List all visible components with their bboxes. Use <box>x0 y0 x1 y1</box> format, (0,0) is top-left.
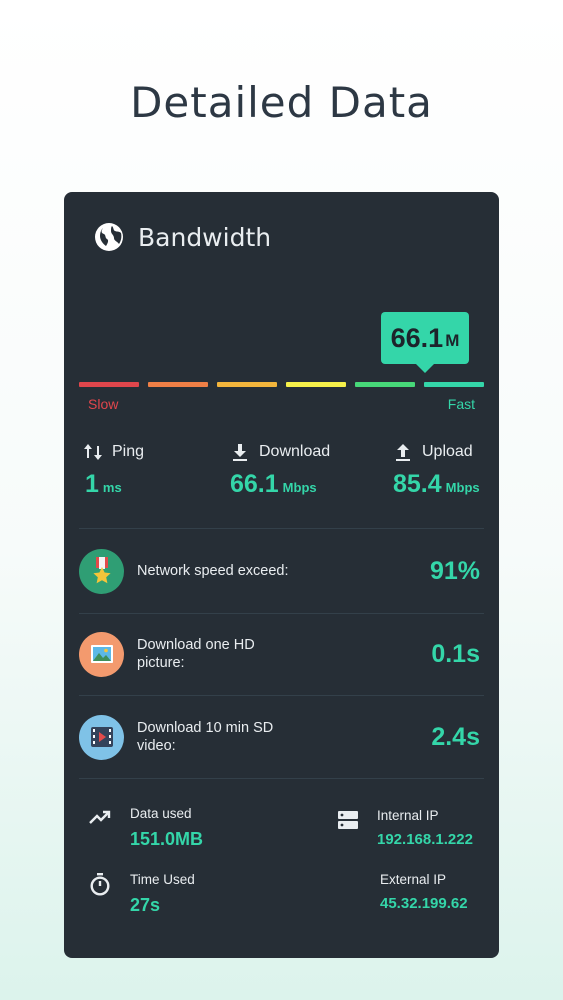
speed-meter <box>79 382 485 387</box>
internal-ip-value: 192.168.1.222 <box>377 831 473 848</box>
trending-up-icon <box>89 810 111 824</box>
time-used-value: 27s <box>130 895 161 915</box>
data-used-label: Data used <box>130 806 192 821</box>
speed-meter-segment <box>217 382 277 387</box>
external-ip-value: 45.32.199.62 <box>380 895 468 912</box>
ping-value: 1 <box>85 470 99 498</box>
card-title: Bandwidth <box>138 222 272 252</box>
divider <box>79 695 484 696</box>
page-headline: Detailed Data <box>130 78 433 127</box>
metric-value: 0.1s <box>431 639 480 668</box>
stopwatch-icon <box>90 873 110 896</box>
metric-value: 91% <box>429 556 480 585</box>
speed-meter-segment <box>424 382 484 387</box>
divider <box>79 528 484 529</box>
speed-badge: 66.1 M <box>381 312 469 373</box>
speed-meter-segment <box>79 382 139 387</box>
globe-icon <box>95 223 123 251</box>
upload-stat: Upload 85.4 Mbps <box>393 442 480 499</box>
external-ip-info: External IP 45.32.199.62 <box>380 872 468 912</box>
upload-icon <box>396 444 410 461</box>
download-icon <box>233 444 247 461</box>
metric-label: Download 10 min SD video: <box>137 720 274 754</box>
metric-value: 2.4s <box>431 722 480 751</box>
video-icon <box>79 714 124 760</box>
ping-arrows-icon <box>84 444 102 460</box>
metric-label: Network speed exceed: <box>137 563 289 579</box>
internal-ip-info: Internal IP 192.168.1.222 <box>336 808 473 848</box>
data-used-value: 151.0MB <box>130 829 204 849</box>
metric-label: Download one HD picture: <box>137 637 255 671</box>
external-ip-label: External IP <box>380 872 447 887</box>
speed-meter-segment <box>286 382 346 387</box>
speed-unit: M <box>445 331 460 350</box>
speed-meter-segment <box>355 382 415 387</box>
time-used-info: Time Used 27s <box>88 872 195 916</box>
medal-icon <box>79 548 124 594</box>
picture-icon <box>79 631 124 677</box>
metric-row-sd-video: Download 10 min SD video: 2.4s <box>79 697 484 777</box>
upload-label: Upload <box>422 443 473 460</box>
ping-stat: Ping 1 ms <box>83 442 144 499</box>
ping-label: Ping <box>112 443 145 460</box>
divider <box>79 778 484 779</box>
slow-label: Slow <box>88 396 119 412</box>
metric-row-network-speed: Network speed exceed: 91% <box>79 531 484 611</box>
upload-unit: Mbps <box>445 480 480 495</box>
card-header: Bandwidth <box>94 222 271 252</box>
download-value: 66.1 <box>230 470 279 498</box>
download-unit: Mbps <box>282 480 317 495</box>
server-icon <box>338 811 358 829</box>
bandwidth-card: Bandwidth 66.1 M Slow Fast Ping 1 ms Down… <box>64 192 499 958</box>
time-used-label: Time Used <box>130 872 195 887</box>
download-stat: Download 66.1 Mbps <box>230 442 330 499</box>
speed-meter-segment <box>148 382 208 387</box>
internal-ip-label: Internal IP <box>377 808 439 823</box>
fast-label: Fast <box>447 396 475 412</box>
download-label: Download <box>259 443 331 460</box>
speed-value: 66.1 <box>390 322 444 353</box>
ping-unit: ms <box>102 480 122 495</box>
upload-value: 85.4 <box>393 470 442 498</box>
metric-row-hd-picture: Download one HD picture: 0.1s <box>79 614 484 694</box>
data-used-info: Data used 151.0MB <box>88 806 203 850</box>
